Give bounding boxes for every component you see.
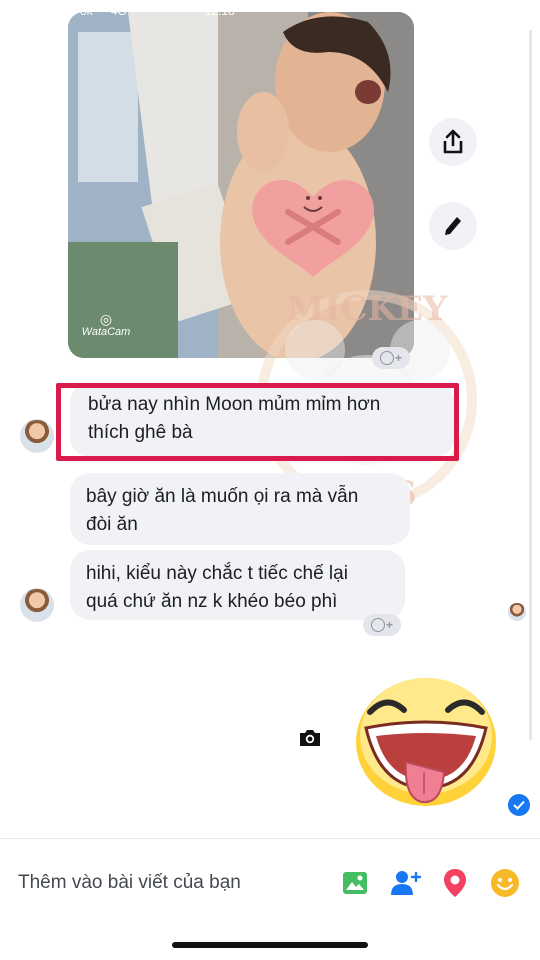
check-in-button[interactable] <box>438 866 472 900</box>
composer-actions <box>338 866 522 900</box>
status-bar: ok 4G 12:18 <box>70 0 415 22</box>
composer-placeholder[interactable]: Thêm vào bài viết của bạn <box>18 872 338 894</box>
add-photo-button[interactable] <box>338 866 372 900</box>
home-indicator[interactable] <box>172 942 368 948</box>
feeling-emoji-icon <box>491 868 519 897</box>
photo-watermark: ◎ WataCam <box>76 312 136 338</box>
sent-status-badge <box>508 794 530 816</box>
clock-label: 12:18 <box>204 4 235 18</box>
comment-text-line: quá chứ ăn nz k khéo béo phì <box>86 591 338 612</box>
tag-people-icon <box>391 870 421 895</box>
camera-icon <box>300 730 320 746</box>
comment-text-line: đòi ăn <box>86 514 138 535</box>
add-reaction-icon <box>379 351 394 365</box>
comment-bubble[interactable]: bây giờ ăn là muốn ọi ra mà vẫn đòi ăn <box>70 473 410 545</box>
composer-bar[interactable]: Thêm vào bài viết của bạn <box>0 838 540 926</box>
feeling-button[interactable] <box>488 866 522 900</box>
comment-text-line: hihi, kiểu này chắc t tiếc chế lại <box>86 563 348 584</box>
comment-text-line: bây giờ ăn là muốn ọi ra mà vẫn <box>86 486 359 507</box>
tag-people-button[interactable] <box>388 866 422 900</box>
avatar[interactable] <box>20 419 54 453</box>
shared-photo[interactable]: ◎ WataCam <box>68 12 414 358</box>
watermark-camera-icon: ◎ <box>99 311 113 327</box>
share-button[interactable] <box>429 118 477 166</box>
pencil-icon <box>445 217 461 235</box>
comment-text-line: thích ghê bà <box>88 422 193 443</box>
share-icon <box>443 129 463 154</box>
checkmark-icon <box>513 800 525 810</box>
avatar[interactable] <box>20 588 54 622</box>
carrier-label: ok <box>80 4 93 18</box>
add-reaction-button[interactable]: + <box>363 614 401 636</box>
comment-bubble[interactable]: bửa nay nhìn Moon mủm mỉm hơn thích ghê … <box>70 383 455 457</box>
photo-icon <box>343 871 367 894</box>
network-label: 4G <box>110 4 127 18</box>
add-reaction-button[interactable]: + <box>372 347 410 369</box>
photo-illustration <box>68 12 414 358</box>
add-reaction-icon <box>370 618 385 632</box>
scrollbar[interactable] <box>529 30 532 740</box>
camera-button[interactable] <box>289 717 331 759</box>
comment-bubble[interactable]: hihi, kiểu này chắc t tiếc chế lại quá c… <box>70 550 405 620</box>
laughing-emoji-sticker[interactable] <box>352 676 500 808</box>
seen-avatar <box>508 603 526 621</box>
edit-button[interactable] <box>429 202 477 250</box>
comment-text-line: bửa nay nhìn Moon mủm mỉm hơn <box>88 394 381 415</box>
location-pin-icon <box>444 868 466 897</box>
